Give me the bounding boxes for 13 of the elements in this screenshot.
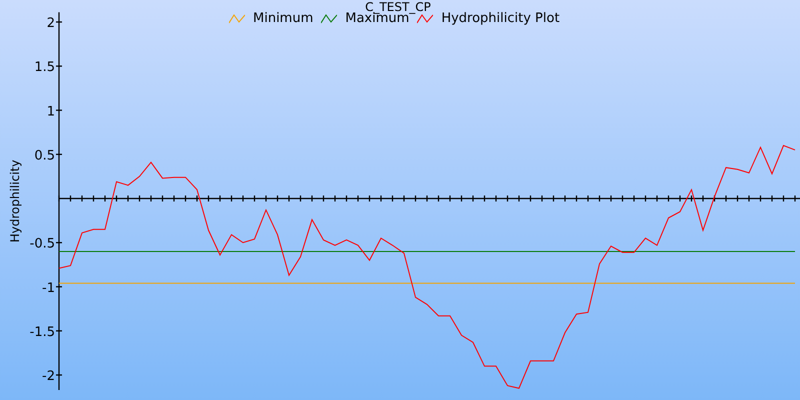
y-tick-label: 0.5 (34, 148, 55, 164)
legend-label: Hydrophilicity Plot (441, 11, 560, 26)
y-tick-label: -2 (42, 369, 55, 384)
legend-label: Minimum (253, 11, 314, 26)
y-tick-label: 1 (46, 104, 55, 120)
y-tick-label: 1.5 (34, 60, 55, 76)
y-tick-label: -1 (42, 280, 55, 296)
y-axis-label: Hydrophilicity (8, 160, 22, 242)
chart-title: C_TEST_CP (365, 1, 431, 13)
y-tick-label: -0.5 (30, 236, 55, 252)
legend-label: Maximum (345, 11, 410, 26)
y-tick-label: -1.5 (30, 324, 55, 340)
y-tick-label: 2 (46, 16, 55, 31)
